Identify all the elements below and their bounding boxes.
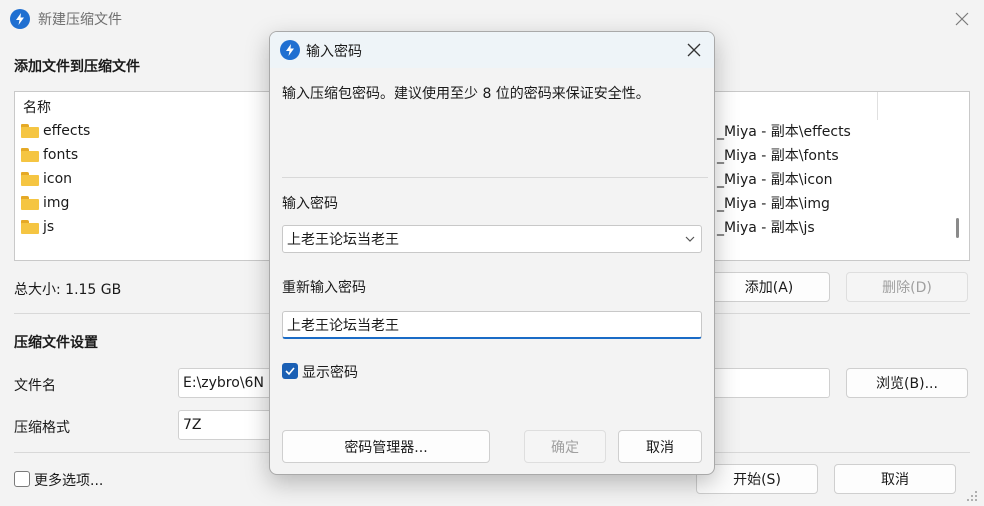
dialog-cancel-button[interactable]: 取消: [618, 430, 702, 463]
list-item[interactable]: fonts: [21, 144, 78, 166]
list-item-path: _Miya - 副本\fonts: [717, 148, 839, 164]
folder-icon: [21, 172, 39, 186]
cancel-button[interactable]: 取消: [834, 464, 956, 494]
list-item-path: _Miya - 副本\img: [717, 196, 830, 212]
folder-icon: [21, 196, 39, 210]
dialog-title-bar: 输入密码: [270, 32, 714, 68]
folder-icon: [21, 148, 39, 162]
list-item-name: js: [43, 219, 55, 235]
list-item-name: fonts: [43, 147, 79, 163]
password-label: 输入密码: [282, 196, 338, 212]
list-item-name: img: [43, 195, 70, 211]
show-password-label[interactable]: 显示密码: [302, 362, 358, 382]
resize-grip-icon[interactable]: [966, 490, 978, 502]
list-item-name: effects: [43, 123, 91, 139]
browse-button[interactable]: 浏览(B)...: [846, 368, 968, 398]
list-item-name: icon: [43, 171, 73, 187]
list-item[interactable]: icon: [21, 168, 72, 190]
window-title: 新建压缩文件: [38, 12, 122, 28]
list-item[interactable]: img: [21, 192, 69, 214]
app-icon: [280, 40, 300, 60]
dialog-title: 输入密码: [306, 44, 362, 60]
close-icon[interactable]: [952, 9, 972, 29]
section-add-title: 添加文件到压缩文件: [14, 59, 140, 75]
list-item-path: _Miya - 副本\js: [717, 220, 815, 236]
show-password-checkbox[interactable]: [282, 363, 298, 379]
divider: [282, 177, 708, 178]
list-item-path: _Miya - 副本\effects: [717, 124, 851, 140]
dialog-description: 输入压缩包密码。建议使用至少 8 位的密码来保证安全性。: [282, 86, 650, 102]
list-header-name[interactable]: 名称: [23, 97, 51, 117]
folder-icon: [21, 220, 39, 234]
list-item[interactable]: effects: [21, 120, 90, 142]
password-manager-button[interactable]: 密码管理器...: [282, 430, 490, 463]
checkmark-icon: [285, 367, 295, 376]
format-label: 压缩格式: [14, 420, 70, 436]
close-icon[interactable]: [684, 40, 704, 60]
delete-button[interactable]: 删除(D): [846, 272, 968, 302]
folder-icon: [21, 124, 39, 138]
list-item-path: _Miya - 副本\icon: [717, 172, 833, 188]
section-settings-title: 压缩文件设置: [14, 335, 98, 351]
app-icon: [10, 9, 30, 29]
more-options-label[interactable]: 更多选项...: [34, 470, 103, 490]
total-size: 总大小: 1.15 GB: [14, 282, 122, 298]
filename-label: 文件名: [14, 378, 56, 394]
reenter-password-input[interactable]: 上老王论坛当老王: [282, 311, 702, 339]
password-combo[interactable]: 上老王论坛当老王: [282, 225, 702, 253]
reenter-label: 重新输入密码: [282, 280, 366, 296]
list-scrollbar[interactable]: [956, 218, 959, 238]
ok-button[interactable]: 确定: [524, 430, 606, 463]
column-separator[interactable]: [877, 92, 878, 120]
password-value: 上老王论坛当老王: [287, 232, 399, 248]
password-dialog: 输入密码 输入压缩包密码。建议使用至少 8 位的密码来保证安全性。 输入密码 上…: [269, 31, 715, 475]
format-select[interactable]: 7Z: [178, 410, 278, 440]
more-options-checkbox[interactable]: [14, 471, 30, 487]
add-button[interactable]: 添加(A): [708, 272, 830, 302]
chevron-down-icon[interactable]: [685, 234, 695, 244]
list-item[interactable]: js: [21, 216, 54, 238]
